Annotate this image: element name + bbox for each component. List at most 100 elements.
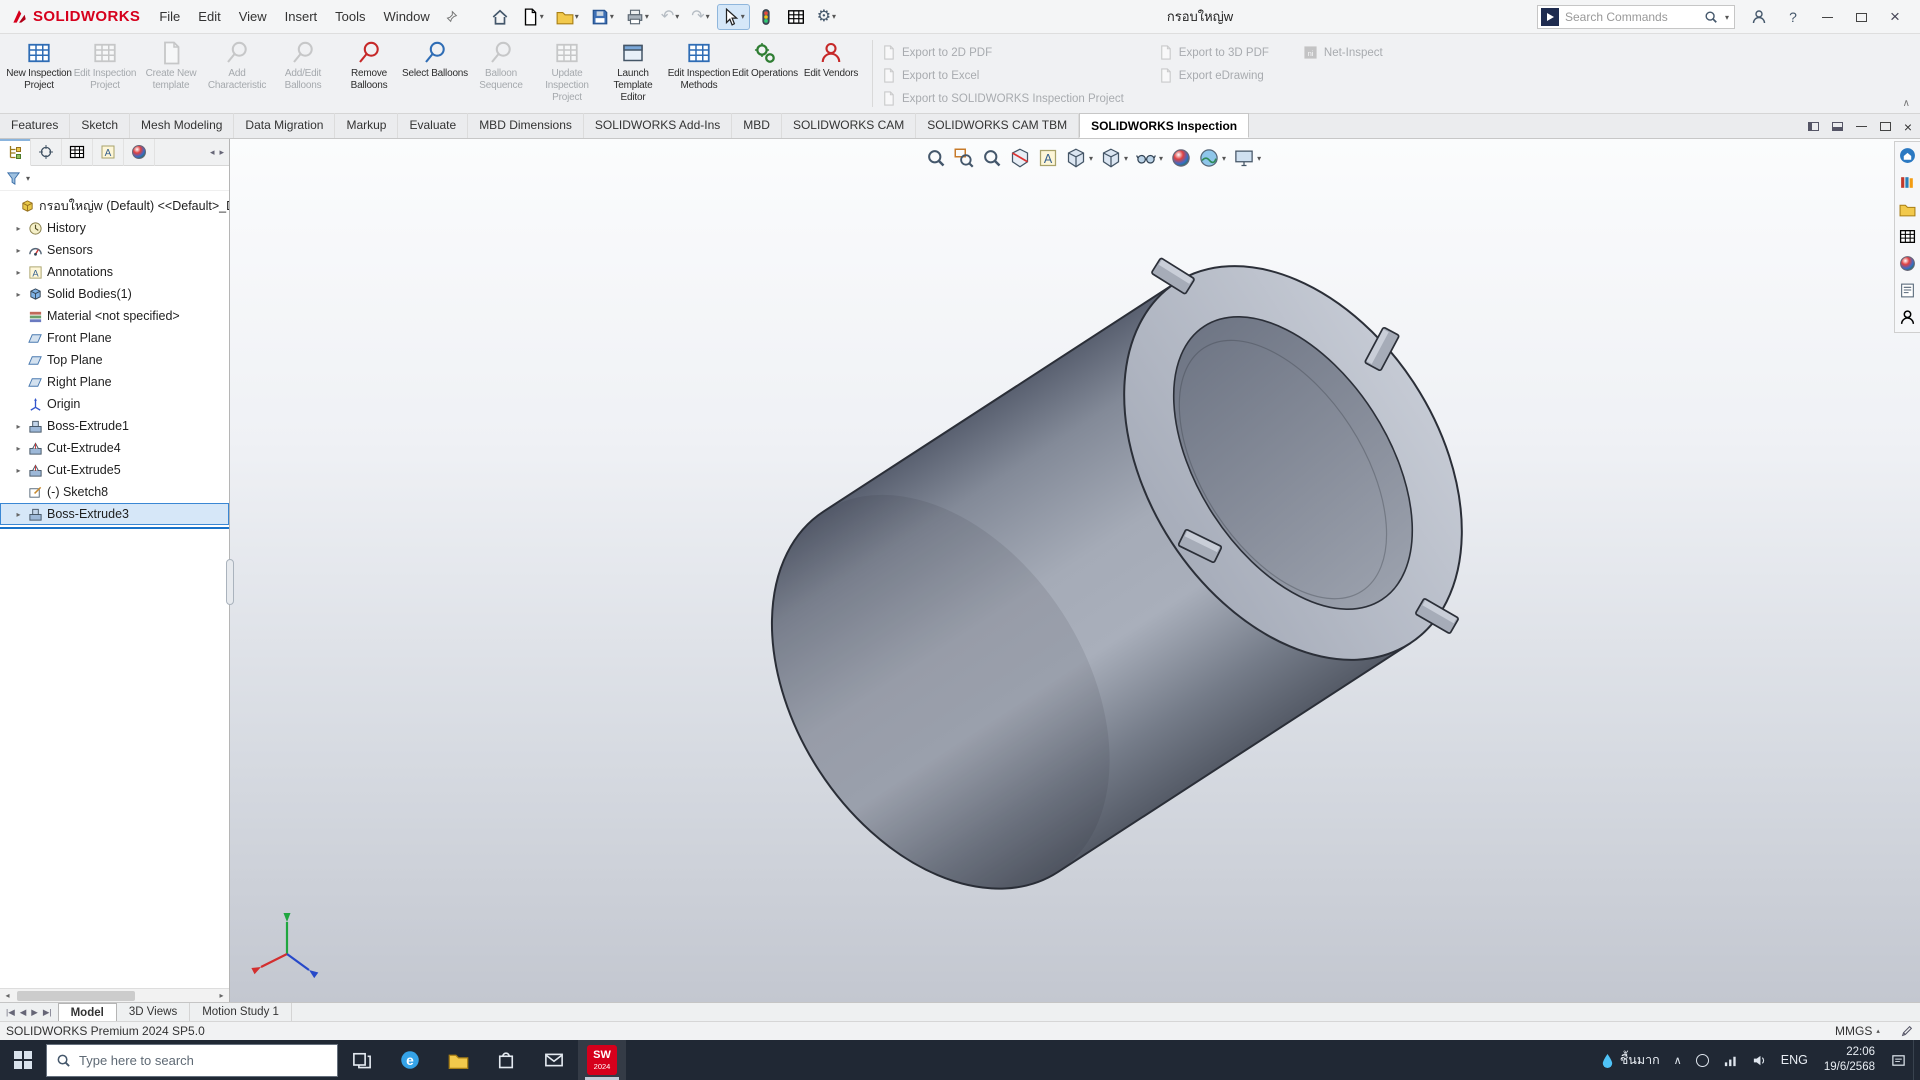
- ribbon-export-to-3d-pdf-button[interactable]: Export to 3D PDF: [1158, 45, 1269, 60]
- tab-solidworks-cam[interactable]: SOLIDWORKS CAM: [782, 113, 916, 138]
- sheet-nav-3[interactable]: ▶|: [41, 1007, 54, 1018]
- ribbon-launch-template-editor-button[interactable]: Launch Template Editor: [600, 36, 666, 111]
- section-view-icon[interactable]: [1010, 148, 1030, 168]
- tree-item-solid-bodies-1[interactable]: ▸Solid Bodies(1): [0, 283, 229, 305]
- split-pane-icon[interactable]: [1832, 122, 1843, 131]
- view-palette-icon[interactable]: [1899, 228, 1916, 246]
- tab-solidworks-inspection[interactable]: SOLIDWORKS Inspection: [1079, 113, 1249, 138]
- tab-mesh-modeling[interactable]: Mesh Modeling: [130, 113, 234, 138]
- panel-tab-propertymanager[interactable]: [31, 139, 62, 166]
- tree-item-history[interactable]: ▸History: [0, 217, 229, 239]
- show-desktop-button[interactable]: [1913, 1040, 1920, 1080]
- tree-item-sensors[interactable]: ▸Sensors: [0, 239, 229, 261]
- account-icon[interactable]: [1742, 0, 1776, 34]
- weather-widget[interactable]: ชื้นมาก: [1593, 1040, 1667, 1080]
- zoom-to-area-icon[interactable]: [954, 148, 974, 168]
- model-3d-cylinder[interactable]: [230, 139, 1920, 1002]
- filter-caret-icon[interactable]: ▾: [26, 174, 30, 183]
- sheet-nav-2[interactable]: ▶: [29, 1007, 40, 1018]
- tree-item-boss-extrude3[interactable]: ▸Boss-Extrude3: [0, 503, 229, 525]
- network-icon[interactable]: [1716, 1040, 1745, 1080]
- notification-center-icon[interactable]: [1884, 1040, 1913, 1080]
- taskbar-search[interactable]: [46, 1044, 338, 1077]
- sheet-nav-0[interactable]: |◀: [4, 1007, 17, 1018]
- scroll-right-icon[interactable]: ▸: [214, 991, 229, 1000]
- help-icon[interactable]: ?: [1776, 0, 1810, 34]
- view-tab-3d-views[interactable]: 3D Views: [117, 1003, 190, 1022]
- tab-solidworks-add-ins[interactable]: SOLIDWORKS Add-Ins: [584, 113, 732, 138]
- doc-close-button[interactable]: ×: [1904, 119, 1912, 135]
- ribbon-export-to-solidworks-inspection-project-button[interactable]: Export to SOLIDWORKS Inspection Project: [881, 91, 1124, 106]
- status-edit-icon[interactable]: [1900, 1024, 1914, 1039]
- search-caret-icon[interactable]: ▾: [1725, 13, 1729, 22]
- tree-item-material-not-specified[interactable]: ▸Material <not specified>: [0, 305, 229, 327]
- tree-item-cut-extrude5[interactable]: ▸Cut-Extrude5: [0, 459, 229, 481]
- panel-tab-dimxpertmanager[interactable]: [93, 139, 124, 166]
- home-button[interactable]: [486, 4, 514, 30]
- ribbon-remove-balloons-button[interactable]: Remove Balloons: [336, 36, 402, 111]
- taskbar-task-view[interactable]: [338, 1040, 386, 1080]
- ribbon-edit-vendors-button[interactable]: Edit Vendors: [798, 36, 864, 111]
- view-tab-motion-study-1[interactable]: Motion Study 1: [190, 1003, 292, 1022]
- hide-show-items-icon[interactable]: ▾: [1136, 148, 1163, 168]
- file-explorer-icon[interactable]: [1899, 201, 1916, 219]
- tab-data-migration[interactable]: Data Migration: [234, 113, 335, 138]
- ribbon-export-to-excel-button[interactable]: Export to Excel: [881, 68, 1124, 83]
- panel-tab-featuremanager[interactable]: [0, 139, 31, 166]
- rollback-bar[interactable]: [0, 527, 229, 529]
- ribbon-collapse-icon[interactable]: ∧: [1903, 98, 1910, 109]
- restore-button[interactable]: [1844, 0, 1878, 34]
- menu-insert[interactable]: Insert: [276, 0, 327, 34]
- ribbon-export-to-2d-pdf-button[interactable]: Export to 2D PDF: [881, 45, 1124, 60]
- panel-splitter-handle[interactable]: [226, 559, 234, 605]
- scroll-track[interactable]: [15, 990, 214, 1002]
- filter-funnel-icon[interactable]: [6, 171, 21, 186]
- tab-features[interactable]: Features: [0, 113, 70, 138]
- ribbon-edit-inspection-methods-button[interactable]: Edit Inspection Methods: [666, 36, 732, 111]
- tree-item-front-plane[interactable]: ▸Front Plane: [0, 327, 229, 349]
- tree-root[interactable]: ▸กรอบใหญ่w (Default) <<Default>_Displ: [0, 195, 229, 217]
- redo-button[interactable]: ↷▾: [686, 4, 714, 30]
- language-indicator[interactable]: ENG: [1774, 1040, 1815, 1080]
- panel-scrollbar[interactable]: ◂ ▸: [0, 988, 229, 1002]
- tree-item-annotations[interactable]: ▸Annotations: [0, 261, 229, 283]
- display-style-icon[interactable]: ▾: [1101, 148, 1128, 168]
- menu-pin-icon[interactable]: [439, 8, 464, 26]
- view-tab-model[interactable]: Model: [58, 1003, 117, 1022]
- units-selector[interactable]: MMGS ▴: [1835, 1024, 1880, 1038]
- zoom-to-fit-icon[interactable]: [926, 148, 946, 168]
- panel-tab-displaymanager[interactable]: [124, 139, 155, 166]
- menu-edit[interactable]: Edit: [189, 0, 229, 34]
- minimize-button[interactable]: [1810, 0, 1844, 34]
- menu-file[interactable]: File: [150, 0, 189, 34]
- taskbar-store[interactable]: [482, 1040, 530, 1080]
- sheet-nav-1[interactable]: ◀: [18, 1007, 29, 1018]
- ribbon-edit-inspection-project-button[interactable]: Edit Inspection Project: [72, 36, 138, 111]
- ribbon-net-inspect-button[interactable]: Net-Inspect: [1303, 45, 1383, 60]
- apply-scene-icon[interactable]: ▾: [1199, 148, 1226, 168]
- undo-button[interactable]: ↶▾: [656, 4, 684, 30]
- tab-mbd[interactable]: MBD: [732, 113, 782, 138]
- scroll-thumb[interactable]: [17, 991, 135, 1001]
- previous-view-icon[interactable]: [982, 148, 1002, 168]
- doc-restore-button[interactable]: [1880, 122, 1891, 131]
- ribbon-select-balloons-button[interactable]: Select Balloons: [402, 36, 468, 111]
- tree-item-right-plane[interactable]: ▸Right Plane: [0, 371, 229, 393]
- scroll-left-icon[interactable]: ◂: [0, 991, 15, 1000]
- appearances-scenes-icon[interactable]: [1899, 255, 1916, 273]
- edit-appearance-icon[interactable]: [1171, 148, 1191, 168]
- solidworks-resources-icon[interactable]: [1899, 147, 1916, 165]
- close-button[interactable]: ×: [1878, 0, 1912, 34]
- orientation-triad[interactable]: [251, 913, 318, 978]
- select-button[interactable]: ▾: [717, 4, 750, 30]
- view-orientation-icon[interactable]: ▾: [1066, 148, 1093, 168]
- ribbon-new-inspection-project-button[interactable]: New Inspection Project: [6, 36, 72, 111]
- tree-item-sketch8[interactable]: ▸(-) Sketch8: [0, 481, 229, 503]
- taskbar-clock[interactable]: 22:06 19/6/2568: [1815, 1045, 1884, 1075]
- view-settings-icon[interactable]: ▾: [1234, 148, 1261, 168]
- tree-item-boss-extrude1[interactable]: ▸Boss-Extrude1: [0, 415, 229, 437]
- ribbon-create-new-template-button[interactable]: Create New template: [138, 36, 204, 111]
- tree-item-origin[interactable]: ▸Origin: [0, 393, 229, 415]
- tree-item-top-plane[interactable]: ▸Top Plane: [0, 349, 229, 371]
- dock-pane-icon[interactable]: [1808, 122, 1819, 131]
